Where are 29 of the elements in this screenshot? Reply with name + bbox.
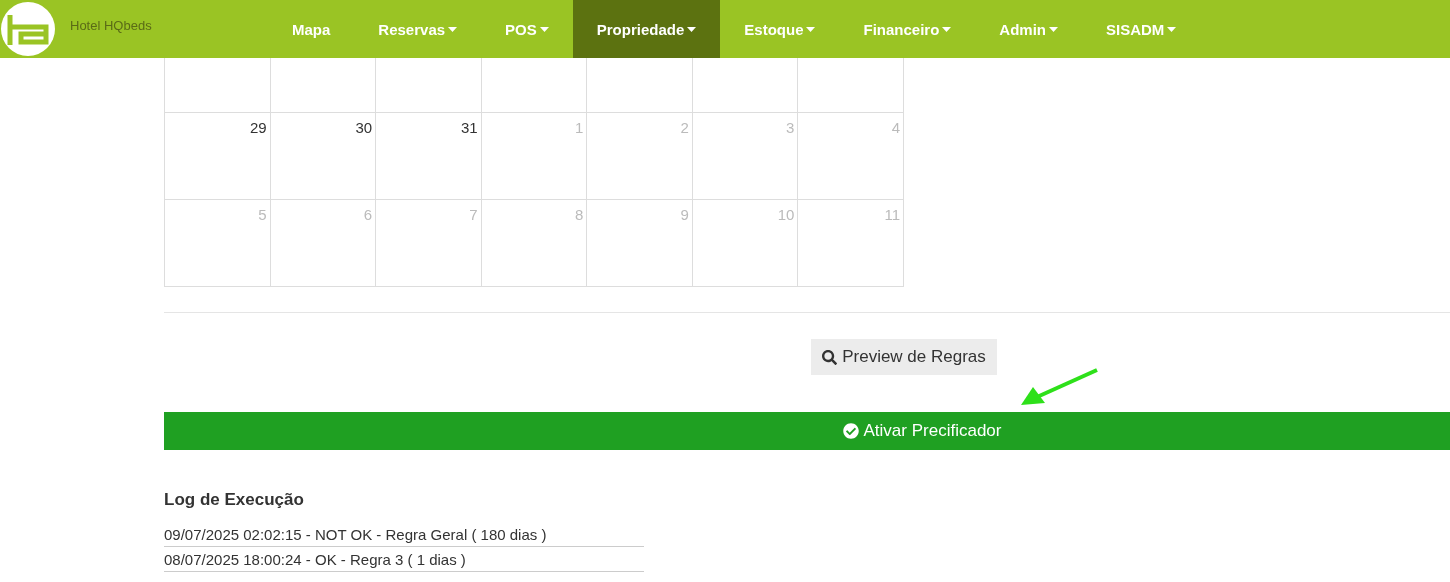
nav-menu-item[interactable]: Admin xyxy=(975,0,1082,58)
nav-menu-item[interactable]: Mapa xyxy=(268,0,355,58)
nav-menu-item[interactable]: SISADM xyxy=(1082,0,1201,58)
calendar-day: 9 xyxy=(680,206,689,223)
calendar-day: 7 xyxy=(469,206,478,223)
calendar-day: 5 xyxy=(258,206,267,223)
calendar-day: 29 xyxy=(249,119,267,136)
arrow-icon xyxy=(1019,367,1099,407)
calendar-day: 8 xyxy=(574,206,584,223)
calendar-day: 6 xyxy=(363,206,373,223)
calendar-day: 2 xyxy=(680,119,689,136)
preview-button[interactable]: Preview de Regras xyxy=(811,339,997,375)
calendar-day: 3 xyxy=(786,119,795,136)
nav-menu-item[interactable]: Propriedade xyxy=(572,0,721,58)
log-entry: 08/07/2025 18:00:24 - OK - Regra 3 ( 1 dias ) xyxy=(164,547,644,572)
calendar-day: 4 xyxy=(891,119,900,136)
nav-menu-item[interactable]: POS xyxy=(481,0,573,58)
log-title: Log de Execução xyxy=(164,490,305,510)
nav-menu-item[interactable]: Reservas xyxy=(354,0,482,58)
calendar-day: 31 xyxy=(461,119,478,136)
calendar-day: 1 xyxy=(574,119,584,136)
nav-menu-item[interactable]: Financeiro xyxy=(839,0,976,58)
nav-menu-item[interactable]: Estoque xyxy=(720,0,840,58)
log-entry: 09/07/2025 02:02:15 - NOT OK - Regra Geral ( 180 dias ) xyxy=(164,522,644,547)
brand-name: Hotel HQbeds xyxy=(70,17,153,33)
calendar-day: 10 xyxy=(777,206,795,223)
calendar-day: 30 xyxy=(355,119,373,136)
calendar-day: 11 xyxy=(884,206,900,223)
search-icon xyxy=(822,349,838,365)
